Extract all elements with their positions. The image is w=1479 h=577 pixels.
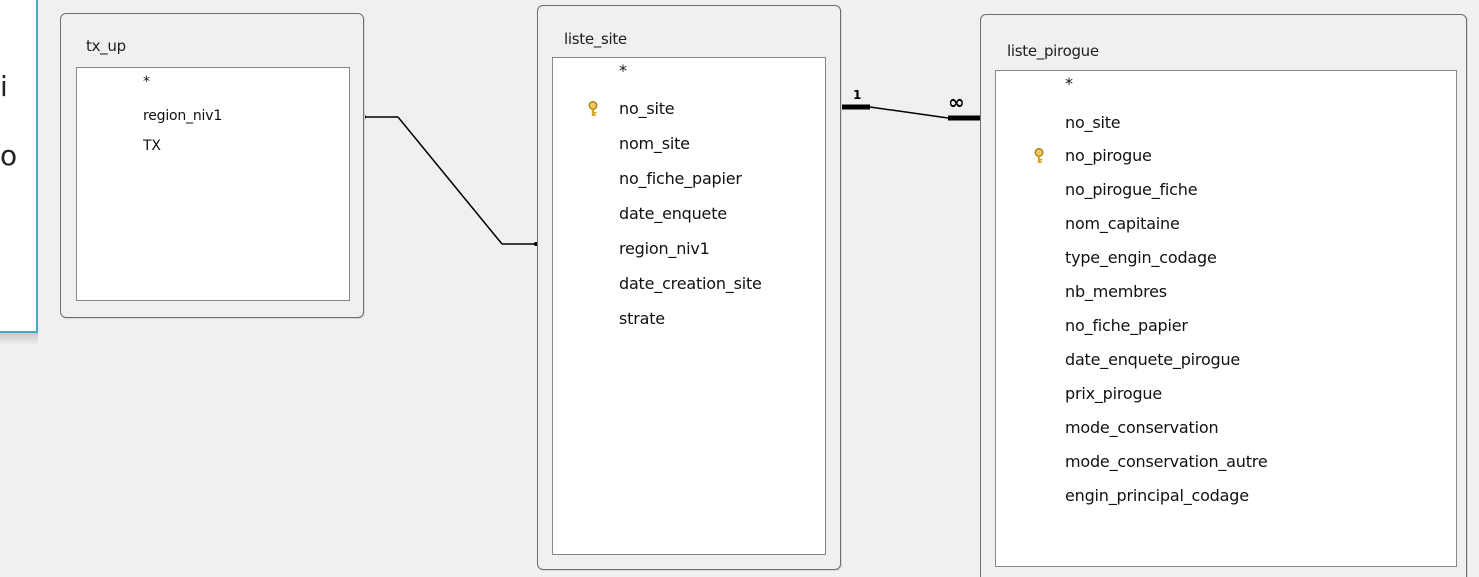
relationship-tx-up-liste-site[interactable] [362, 115, 538, 246]
field-no-pirogue-fiche[interactable]: no_pirogue_fiche [1065, 173, 1198, 206]
field-mode-conservation[interactable]: mode_conservation [1065, 411, 1219, 444]
field-all[interactable]: * [143, 68, 150, 96]
table-title[interactable]: tx_up [86, 37, 126, 55]
field-list[interactable]: * no_site nom_site no_fiche_papier date_… [552, 57, 826, 555]
field-engin-principal-codage[interactable]: engin_principal_codage [1065, 479, 1249, 512]
field-date-enquete-pirogue[interactable]: date_enquete_pirogue [1065, 343, 1240, 376]
field-strate[interactable]: strate [619, 302, 665, 335]
field-mode-conservation-autre[interactable]: mode_conservation_autre [1065, 445, 1268, 478]
primary-key-icon [1034, 148, 1044, 163]
relationship-one-label: 1 [853, 88, 862, 102]
table-title[interactable]: liste_site [564, 30, 627, 48]
field-all[interactable]: * [619, 58, 627, 84]
field-no-site[interactable]: no_site [588, 92, 675, 125]
field-nom-capitaine[interactable]: nom_capitaine [1065, 207, 1180, 240]
field-date-creation-site[interactable]: date_creation_site [619, 267, 762, 300]
table-title[interactable]: liste_pirogue [1007, 42, 1099, 60]
field-list[interactable]: * region_niv1 TX [76, 67, 350, 301]
field-type-engin-codage[interactable]: type_engin_codage [1065, 241, 1217, 274]
field-prix-pirogue[interactable]: prix_pirogue [1065, 377, 1162, 410]
primary-key-icon [588, 101, 598, 116]
field-nom-site[interactable]: nom_site [619, 127, 690, 160]
field-no-pirogue[interactable]: no_pirogue [1034, 139, 1152, 172]
field-no-fiche-papier[interactable]: no_fiche_papier [619, 162, 742, 195]
table-window-liste-site[interactable]: liste_site * no_site nom_site no_fiche_p… [537, 5, 841, 570]
field-list[interactable]: * no_site no_pirogue no_pirogue_fiche no… [995, 70, 1457, 567]
table-window-liste-pirogue[interactable]: liste_pirogue * no_site no_pirogue no_pi… [980, 14, 1467, 577]
field-region-niv1[interactable]: region_niv1 [619, 232, 710, 265]
field-tx[interactable]: TX [143, 130, 161, 163]
field-region-niv1[interactable]: region_niv1 [143, 100, 222, 133]
field-nb-membres[interactable]: nb_membres [1065, 275, 1167, 308]
field-all[interactable]: * [1065, 71, 1073, 97]
table-window-tx-up[interactable]: tx_up * region_niv1 TX [60, 13, 364, 318]
relationship-many-label: ∞ [948, 90, 965, 114]
field-no-site[interactable]: no_site [1065, 106, 1121, 139]
field-no-fiche-papier[interactable]: no_fiche_papier [1065, 309, 1188, 342]
field-date-enquete[interactable]: date_enquete [619, 197, 727, 230]
